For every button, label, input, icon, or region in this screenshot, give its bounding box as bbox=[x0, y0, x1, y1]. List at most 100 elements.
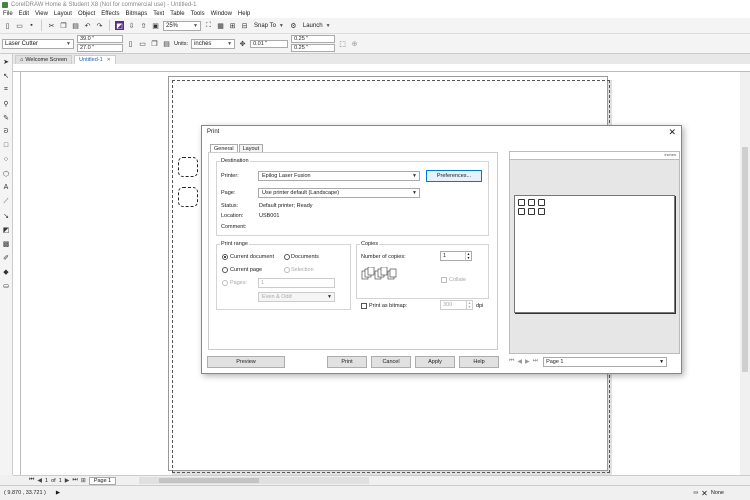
cut-icon[interactable]: ✂ bbox=[47, 21, 56, 30]
menu-window[interactable]: Window bbox=[211, 11, 232, 17]
grid-icon[interactable]: ⊞ bbox=[228, 21, 237, 30]
page-height-field[interactable]: 27.0 " bbox=[77, 44, 123, 52]
menu-edit[interactable]: Edit bbox=[19, 11, 29, 17]
rectangle-tool-icon[interactable]: □ bbox=[2, 141, 11, 150]
close-icon[interactable]: ✕ bbox=[668, 127, 676, 138]
nudge-distance-field[interactable]: 0.01 " bbox=[250, 39, 289, 48]
add-icon[interactable]: ⊕ bbox=[350, 39, 359, 48]
menu-text[interactable]: Text bbox=[153, 11, 164, 17]
print-as-bitmap-checkbox[interactable] bbox=[361, 303, 367, 309]
page-preset-select[interactable]: Laser Cutter ▼ bbox=[2, 38, 74, 49]
polygon-tool-icon[interactable]: ⬡ bbox=[2, 169, 11, 178]
zoom-tool-icon[interactable]: ⚲ bbox=[2, 99, 11, 108]
menu-effects[interactable]: Effects bbox=[101, 11, 119, 17]
treat-as-filled-icon[interactable]: ⬚ bbox=[338, 39, 347, 48]
units-select[interactable]: inches ▼ bbox=[191, 38, 236, 49]
import-icon[interactable]: ⇩ bbox=[127, 21, 136, 30]
next-page-icon[interactable]: ▶ bbox=[65, 477, 70, 484]
print-preview-button[interactable]: Preview bbox=[207, 356, 285, 368]
undo-icon[interactable]: ↶ bbox=[83, 21, 92, 30]
save-icon[interactable]: ▪ bbox=[27, 21, 36, 30]
last-page-icon[interactable]: ⏭ bbox=[533, 358, 538, 365]
copy-icon[interactable]: ❐ bbox=[59, 21, 68, 30]
tab-untitled-1[interactable]: Untitled-1 ✕ bbox=[74, 55, 116, 64]
menu-table[interactable]: Table bbox=[170, 11, 184, 17]
paste-icon[interactable]: ▤ bbox=[71, 21, 80, 30]
selection-radio[interactable] bbox=[284, 267, 290, 273]
menu-tools[interactable]: Tools bbox=[191, 11, 205, 17]
help-button[interactable]: Help bbox=[459, 356, 499, 368]
canvas-shape[interactable] bbox=[178, 157, 198, 177]
menu-layout[interactable]: Layout bbox=[54, 11, 72, 17]
current-page-icon[interactable]: ▤ bbox=[162, 39, 171, 48]
scroll-thumb[interactable] bbox=[742, 147, 748, 372]
duplicate-x-field[interactable]: 0.25 " bbox=[291, 35, 336, 43]
expand-arrow-icon[interactable]: ▶ bbox=[56, 490, 60, 496]
vertical-scrollbar[interactable] bbox=[740, 72, 750, 475]
publish-pdf-icon[interactable]: ▣ bbox=[151, 21, 160, 30]
bitmap-dpi-input[interactable]: 300 ▲ ▼ bbox=[440, 300, 473, 310]
menu-file[interactable]: File bbox=[3, 11, 13, 17]
redo-icon[interactable]: ↷ bbox=[95, 21, 104, 30]
duplicate-y-field[interactable]: 0.25 " bbox=[291, 44, 336, 52]
parallel-dimension-icon[interactable]: ⟋ bbox=[2, 197, 11, 206]
menu-bitmaps[interactable]: Bitmaps bbox=[126, 11, 148, 17]
previous-page-icon[interactable]: ◀ bbox=[517, 358, 522, 365]
interactive-fill-icon[interactable]: ◆ bbox=[2, 267, 11, 276]
even-odd-select[interactable]: Even & Odd ▼ bbox=[258, 292, 335, 302]
transparency-tool-icon[interactable]: ▩ bbox=[2, 239, 11, 248]
printer-select[interactable]: Epilog Laser Fusion ▼ bbox=[258, 171, 420, 181]
next-page-icon[interactable]: ▶ bbox=[525, 358, 530, 365]
text-tool-icon[interactable]: A bbox=[2, 183, 11, 192]
menu-help[interactable]: Help bbox=[238, 11, 250, 17]
previous-page-icon[interactable]: ◀ bbox=[37, 477, 42, 484]
snap-to-select[interactable]: Snap To ▼ bbox=[252, 21, 286, 31]
all-pages-icon[interactable]: ❐ bbox=[150, 39, 159, 48]
drop-shadow-icon[interactable]: ◩ bbox=[2, 225, 11, 234]
first-page-icon[interactable]: ⏮ bbox=[29, 477, 34, 484]
smart-fill-icon[interactable]: ⛀ bbox=[2, 281, 11, 290]
pages-radio[interactable] bbox=[222, 280, 228, 286]
current-document-radio[interactable] bbox=[222, 254, 228, 260]
portrait-icon[interactable]: ▯ bbox=[126, 39, 135, 48]
close-icon[interactable]: ✕ bbox=[107, 57, 111, 63]
rulers-icon[interactable]: ▦ bbox=[216, 21, 225, 30]
horizontal-scrollbar[interactable] bbox=[139, 477, 370, 484]
first-page-icon[interactable]: ⏮ bbox=[509, 358, 514, 365]
open-folder-icon[interactable]: ▭ bbox=[15, 21, 24, 30]
page-tab[interactable]: Page 1 bbox=[88, 476, 117, 485]
collate-checkbox[interactable] bbox=[441, 277, 447, 283]
launch-select[interactable]: Launch ▼ bbox=[301, 21, 333, 31]
pages-input[interactable]: 1 bbox=[258, 278, 335, 288]
number-of-copies-input[interactable]: 1 ▲ ▼ bbox=[440, 251, 472, 261]
spinner-arrows-icon[interactable]: ▲ ▼ bbox=[465, 252, 471, 260]
landscape-icon[interactable]: ▭ bbox=[138, 39, 147, 48]
tab-welcome-screen[interactable]: ⌂ Welcome Screen bbox=[15, 55, 73, 64]
spinner-arrows-icon[interactable]: ▲ ▼ bbox=[466, 301, 472, 309]
export-icon[interactable]: ⇧ bbox=[139, 21, 148, 30]
page-orientation-select[interactable]: Use printer default (Landscape) ▼ bbox=[258, 188, 420, 198]
print-button[interactable]: Print bbox=[327, 356, 367, 368]
last-page-icon[interactable]: ⏭ bbox=[72, 477, 77, 484]
crop-tool-icon[interactable]: ⌗ bbox=[2, 85, 11, 94]
search-content-icon[interactable]: ◩ bbox=[115, 21, 124, 30]
pick-tool-icon[interactable]: ➤ bbox=[2, 57, 11, 66]
canvas-shape[interactable] bbox=[178, 187, 198, 207]
documents-radio[interactable] bbox=[284, 254, 290, 260]
shape-tool-icon[interactable]: ↖ bbox=[2, 71, 11, 80]
scroll-thumb[interactable] bbox=[159, 478, 260, 483]
ellipse-tool-icon[interactable]: ○ bbox=[2, 155, 11, 164]
menu-view[interactable]: View bbox=[35, 11, 48, 17]
menu-object[interactable]: Object bbox=[78, 11, 95, 17]
eyedropper-icon[interactable]: ✐ bbox=[2, 253, 11, 262]
zoom-level-select[interactable]: 25% ▼ bbox=[163, 20, 201, 31]
horizontal-ruler[interactable] bbox=[13, 64, 750, 72]
guidelines-icon[interactable]: ⊟ bbox=[240, 21, 249, 30]
options-gear-icon[interactable]: ⚙ bbox=[289, 21, 298, 30]
page-width-field[interactable]: 39.0 " bbox=[77, 35, 123, 43]
preferences-button[interactable]: Preferences... bbox=[426, 170, 482, 182]
add-page-icon[interactable]: ⊞ bbox=[81, 477, 86, 484]
vertical-ruler[interactable] bbox=[13, 72, 21, 475]
artistic-media-icon[interactable]: ᘐ bbox=[2, 127, 11, 136]
freehand-tool-icon[interactable]: ✎ bbox=[2, 113, 11, 122]
